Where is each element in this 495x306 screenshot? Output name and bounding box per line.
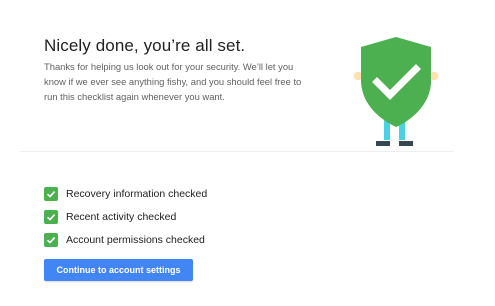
checklist-item-permissions: Account permissions checked — [44, 228, 207, 251]
checklist-item-label: Recovery information checked — [66, 187, 208, 200]
checklist: Recovery information checked Recent acti… — [44, 182, 207, 251]
checklist-item-label: Account permissions checked — [66, 233, 205, 246]
continue-to-account-settings-button[interactable]: Continue to account settings — [44, 259, 193, 281]
shield-icon — [361, 37, 431, 127]
page-description: Thanks for helping us look out for your … — [44, 61, 302, 102]
checklist-item-recovery: Recovery information checked — [44, 182, 207, 205]
shoes — [376, 141, 413, 146]
check-icon — [44, 186, 58, 201]
checklist-item-label: Recent activity checked — [66, 210, 177, 223]
section-divider — [20, 151, 453, 152]
page-title: Nicely done, you’re all set. — [44, 36, 246, 55]
check-icon — [44, 209, 58, 224]
checklist-item-activity: Recent activity checked — [44, 205, 207, 228]
check-icon — [44, 232, 58, 247]
shield-mascot-illustration — [353, 37, 439, 146]
